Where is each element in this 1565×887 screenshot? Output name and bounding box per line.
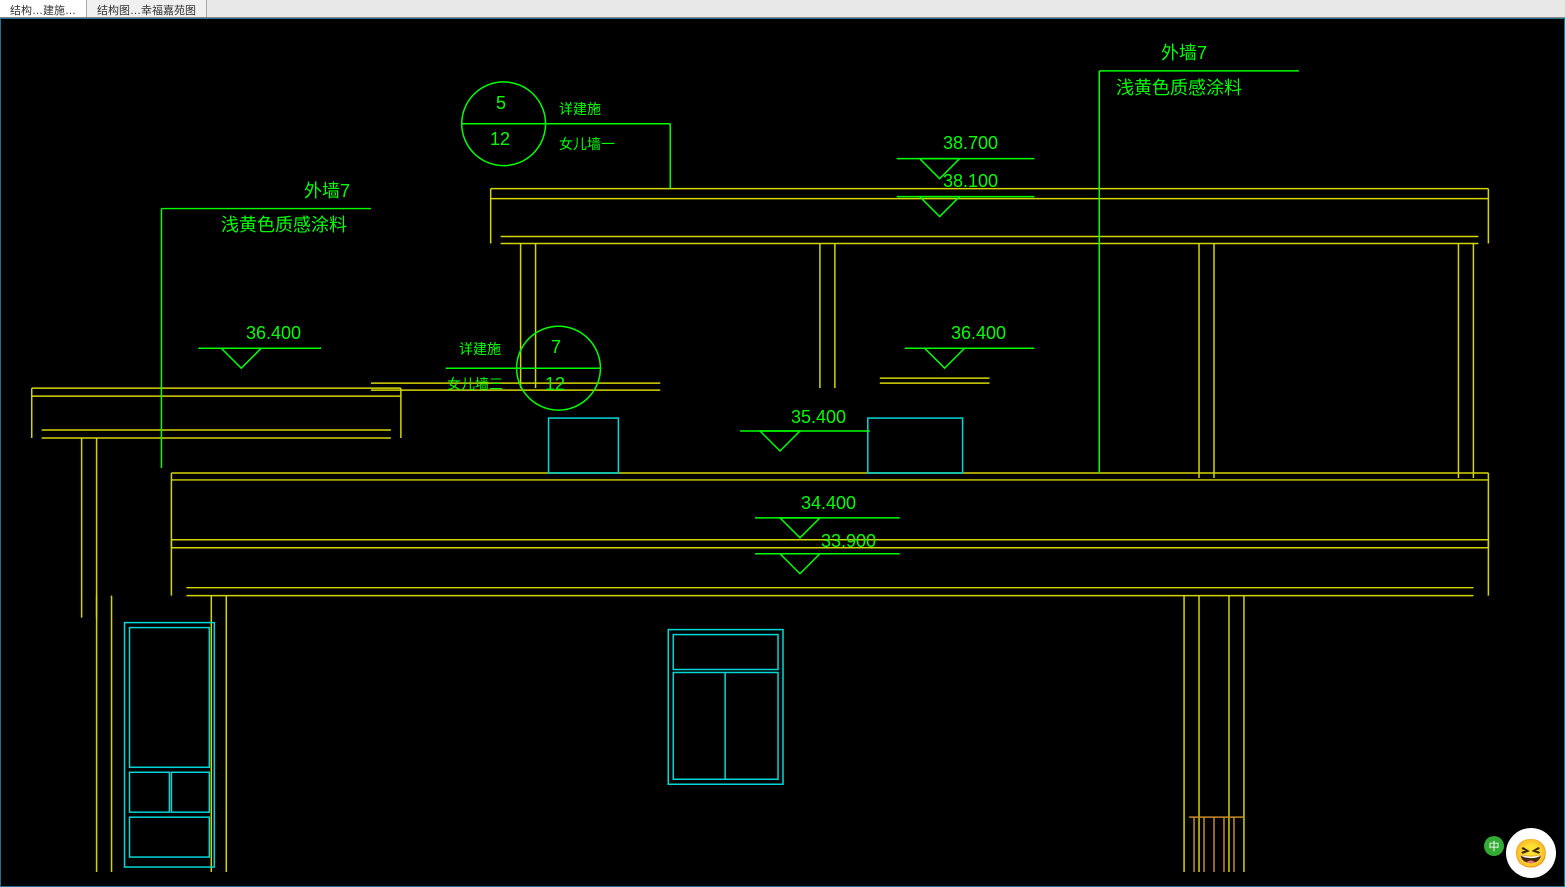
bubble1-bottom: 12 xyxy=(490,129,510,150)
label-wall7-left-title: 外墙7 xyxy=(304,177,350,203)
bubble1-note2: 女儿墙一 xyxy=(559,134,615,154)
elev-33900: 33.900 xyxy=(821,531,876,552)
elev-36400-right: 36.400 xyxy=(951,323,1006,344)
elev-38700: 38.700 xyxy=(943,133,998,154)
label-wall7-right-desc: 浅黄色质感涂料 xyxy=(1116,74,1242,100)
bubble2-top: 7 xyxy=(551,337,561,358)
cad-drawing xyxy=(1,19,1564,886)
tab-1[interactable]: 结构…建施… xyxy=(0,0,87,17)
cad-canvas[interactable]: 外墙7 浅黄色质感涂料 外墙7 浅黄色质感涂料 5 12 详建施 女儿墙一 7 … xyxy=(0,18,1565,887)
bubble2-note2: 女儿墙三 xyxy=(447,374,503,394)
bubble1-note1: 详建施 xyxy=(559,99,601,119)
elev-34400: 34.400 xyxy=(801,493,856,514)
label-wall7-right-title: 外墙7 xyxy=(1161,39,1207,65)
bubble2-note1: 详建施 xyxy=(459,339,501,359)
elev-38100: 38.100 xyxy=(943,171,998,192)
elev-36400-left: 36.400 xyxy=(246,323,301,344)
tab-2[interactable]: 结构图…幸福嘉苑图 xyxy=(87,0,207,17)
tab-bar: 结构…建施… 结构图…幸福嘉苑图 xyxy=(0,0,1565,18)
label-wall7-left-desc: 浅黄色质感涂料 xyxy=(221,211,347,237)
emoji-overlay-icon: 😆 xyxy=(1506,828,1556,878)
bubble1-top: 5 xyxy=(496,93,506,114)
elev-35400: 35.400 xyxy=(791,407,846,428)
bubble2-bottom: 12 xyxy=(545,374,565,395)
ime-badge[interactable]: 中 xyxy=(1484,836,1504,856)
